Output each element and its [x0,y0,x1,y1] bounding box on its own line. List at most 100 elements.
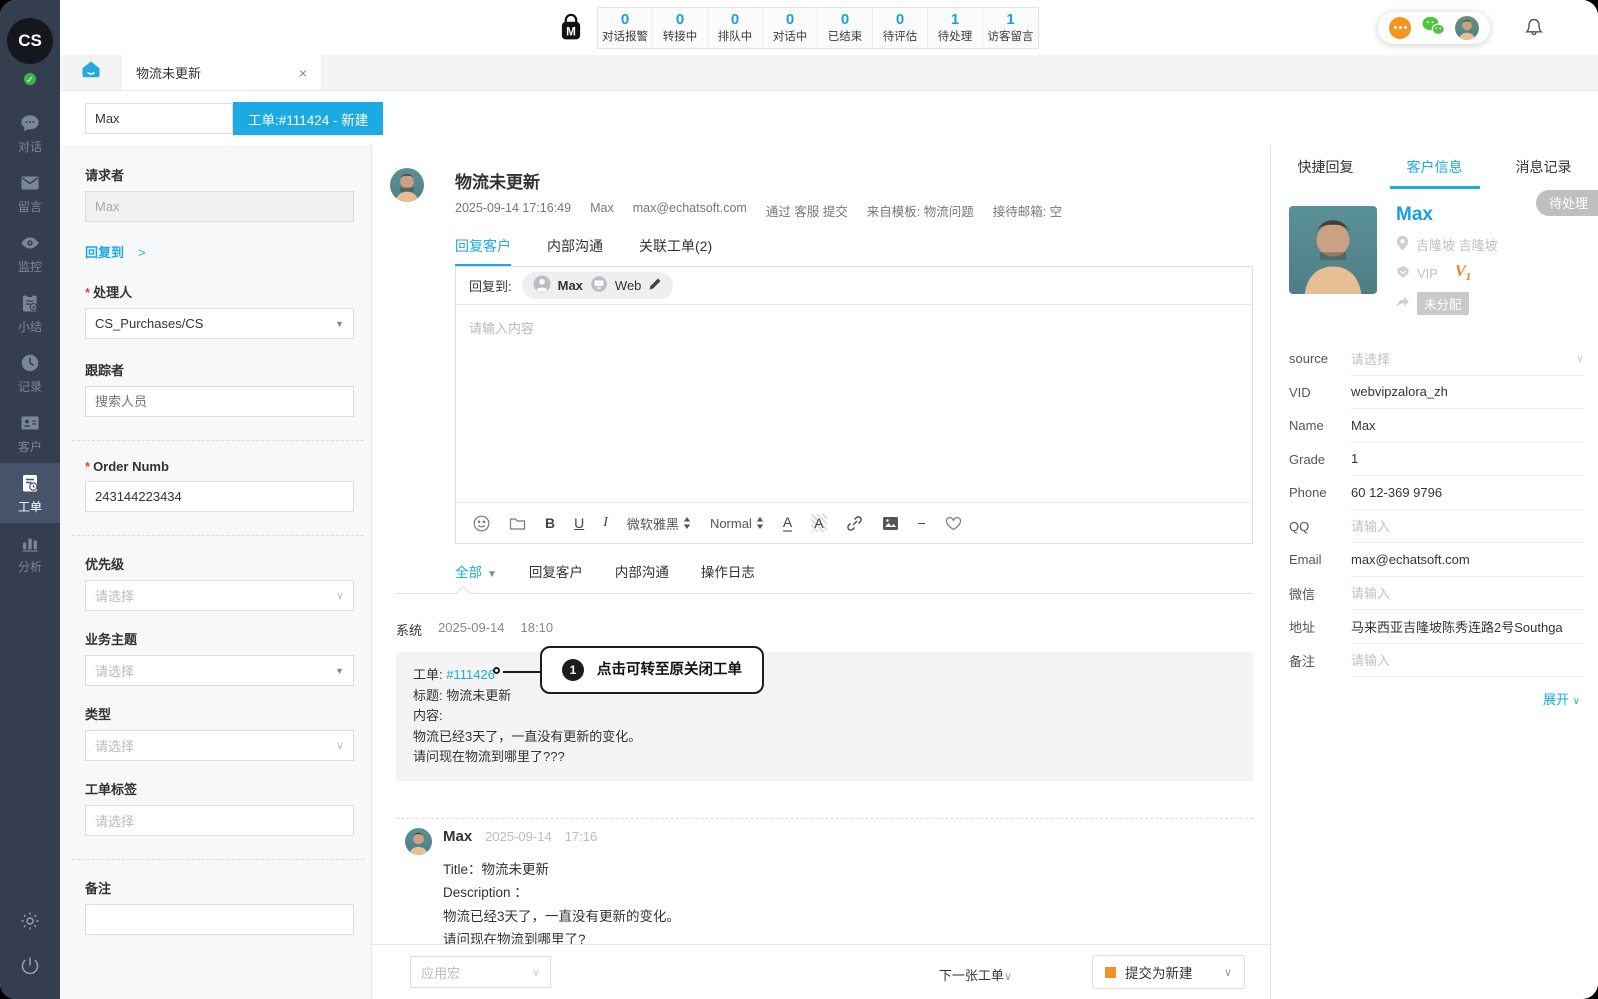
chat-channel-icon[interactable] [1389,17,1411,39]
system-time: 18:10 [521,620,554,639]
close-icon[interactable]: × [299,65,307,81]
sidebar-item-summary[interactable]: 小结 [0,283,60,343]
field-label: Phone [1289,485,1351,500]
tab-customer-info[interactable]: 客户信息 [1380,145,1489,189]
ticket-number-button[interactable]: 工单:#111424 - 新建 [233,102,383,135]
notification-bell-icon[interactable] [1522,16,1546,45]
stat-dialog-alert[interactable]: 0对话报警 [598,8,653,48]
filter-internal[interactable]: 内部沟通 [615,561,669,581]
folder-icon[interactable] [509,516,526,531]
stat-ended[interactable]: 0已结束 [818,8,873,48]
stat-queuing[interactable]: 0排队中 [708,8,763,48]
chevron-down-icon[interactable]: ∨ [1224,966,1232,979]
remark-input[interactable] [85,904,354,935]
underline-button[interactable]: U [574,515,584,531]
phone-field[interactable]: 60 12-369 9796 [1351,476,1584,510]
envelope-icon [19,172,41,194]
expand-link[interactable]: 展开 ∨ [1271,677,1598,708]
source-select[interactable]: 请选择∨ [1351,342,1584,376]
customer-author: Max [443,828,472,845]
field-row-email: Email max@echatsoft.com [1289,543,1584,577]
priority-select[interactable]: 请选择∨ [85,580,354,611]
clock-icon [19,352,41,374]
macro-placeholder: 应用宏 [421,963,460,982]
chevron-down-icon: ∨ [532,966,540,979]
tab-message-history[interactable]: 消息记录 [1489,145,1598,189]
stat-label: 对话中 [773,30,808,44]
sidebar-item-records[interactable]: 记录 [0,343,60,403]
sidebar-item-customers[interactable]: 客户 [0,403,60,463]
original-ticket-link[interactable]: #111426 [446,667,495,682]
bold-button[interactable]: B [545,515,555,531]
from-template: 来自模板: 物流问题 [867,201,974,220]
qq-field[interactable]: 请输入 [1351,510,1584,544]
chevron-down-icon: ∨ [1004,971,1012,983]
filter-reply-customer[interactable]: 回复客户 [529,561,583,581]
sidebar: CS ✓ 对话 留言 监控 小结 记录 [0,0,60,999]
vid-field[interactable]: webvipzalora_zh [1351,376,1584,410]
grade-field[interactable]: 1 [1351,443,1584,477]
highlight-color-button[interactable]: A [811,514,826,532]
stat-visitor-messages[interactable]: 1访客留言 [983,8,1038,48]
follower-input[interactable] [85,386,354,417]
link-icon[interactable] [846,515,863,532]
pencil-icon[interactable] [648,277,662,294]
tab-quick-replies[interactable]: 快捷回复 [1271,145,1380,189]
editor-textarea[interactable]: 请输入内容 [456,305,1252,350]
agent-avatar[interactable]: CS [7,18,53,64]
reply-to-link[interactable]: 回复到> [85,242,354,261]
stat-pending[interactable]: 1待处理 [928,8,983,48]
divider-button[interactable]: − [918,515,926,531]
handler-select[interactable]: CS_Purchases/CS▼ [85,308,354,339]
sidebar-item-messages[interactable]: 留言 [0,163,60,223]
sidebar-item-analytics[interactable]: 分析 [0,523,60,583]
customer-panel-tabs: 快捷回复 客户信息 消息记录 [1271,145,1598,189]
ticket-tab-label: 物流未更新 [136,63,201,82]
chevron-down-icon: ▼ [335,666,344,676]
font-size-select[interactable]: Normal [710,516,764,531]
apply-macro-select[interactable]: 应用宏 ∨ [410,956,551,988]
image-icon[interactable] [882,516,899,531]
submit-as-new-button[interactable]: 提交为新建 ∨ [1092,955,1245,989]
home-tab[interactable] [60,55,122,90]
font-color-button[interactable]: A [783,515,792,532]
stat-transferring[interactable]: 0转接中 [653,8,708,48]
monitor-icon [590,276,608,295]
chevron-down-icon: ∨ [336,739,344,752]
wechat-icon[interactable] [1420,14,1446,43]
stat-chatting[interactable]: 0对话中 [763,8,818,48]
topic-select[interactable]: 请选择▼ [85,655,354,686]
ticket-tab[interactable]: 物流未更新 × [122,55,322,90]
favorite-icon[interactable] [945,516,962,531]
email-field[interactable]: max@echatsoft.com [1351,543,1584,577]
font-family-select[interactable]: 微软雅黑 [627,514,691,533]
reply-to-label: 回复到: [469,276,512,295]
tab-internal-comm[interactable]: 内部沟通 [547,236,603,266]
requester-avatar [390,168,424,202]
address-field[interactable]: 马来西亚吉隆坡陈秀连路2号Southga [1351,610,1584,644]
tags-input[interactable]: 请选择 [85,805,354,836]
sidebar-item-tickets[interactable]: 工单 [0,463,60,523]
user-avatar[interactable] [1455,16,1479,40]
search-input[interactable] [85,103,233,134]
stat-label: 待处理 [938,30,973,44]
wechat-field[interactable]: 请输入 [1351,577,1584,611]
channel-pill [1378,12,1490,44]
tab-reply-customer[interactable]: 回复客户 [455,236,511,266]
remark-field[interactable]: 请输入 [1351,644,1584,678]
tab-linked-tickets[interactable]: 关联工单(2) [639,236,712,266]
type-select[interactable]: 请选择∨ [85,730,354,761]
filter-operation-log[interactable]: 操作日志 [701,561,755,581]
filter-all[interactable]: 全部▼ [455,561,497,581]
emoji-icon[interactable] [473,515,490,532]
name-field[interactable]: Max [1351,409,1584,443]
sidebar-item-chat[interactable]: 对话 [0,103,60,163]
stat-label: 已结束 [828,30,863,44]
sidebar-item-monitor[interactable]: 监控 [0,223,60,283]
italic-button[interactable]: I [603,515,608,531]
next-ticket-link[interactable]: 下一张工单∨ [939,965,1012,984]
power-icon[interactable] [18,954,42,983]
gear-icon[interactable] [18,909,42,938]
stat-pending-eval[interactable]: 0待评估 [873,8,928,48]
order-number-input[interactable]: 243144223434 [85,481,354,512]
